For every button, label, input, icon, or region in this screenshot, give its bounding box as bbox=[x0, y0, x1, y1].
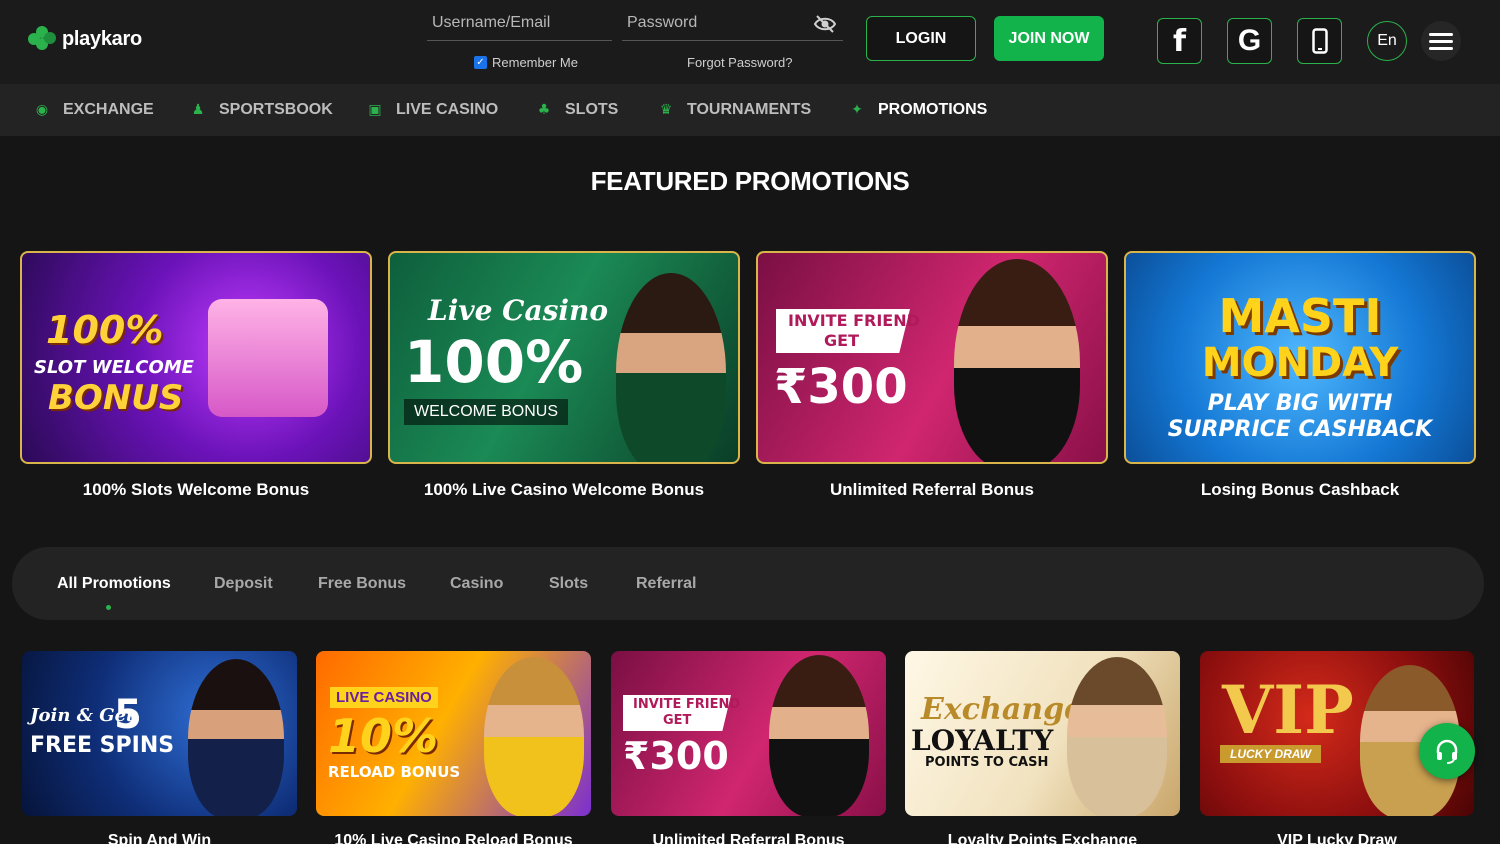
tab-referral[interactable]: Referral bbox=[636, 547, 696, 620]
featured-caption[interactable]: Losing Bonus Cashback bbox=[1124, 480, 1476, 500]
model-graphic bbox=[1067, 657, 1167, 816]
banner-label: LIVE CASINO bbox=[330, 687, 438, 708]
nav-label: PROMOTIONS bbox=[878, 101, 988, 118]
slots-icon: ♣ bbox=[537, 102, 551, 118]
tab-all-promotions[interactable]: All Promotions bbox=[57, 547, 171, 620]
tab-casino[interactable]: Casino bbox=[450, 547, 503, 620]
slot-machine-graphic bbox=[208, 299, 328, 417]
mobile-phone-icon[interactable] bbox=[1297, 18, 1342, 64]
nav-item-exchange[interactable]: ◉ EXCHANGE bbox=[33, 84, 154, 136]
promo-card[interactable]: Join & Get 5 FREE SPINS bbox=[22, 651, 297, 816]
featured-card-live-casino[interactable]: Live Casino 100% WELCOME BONUS bbox=[388, 251, 740, 464]
join-now-button[interactable]: JOIN NOW bbox=[994, 16, 1104, 61]
banner-subline: PLAY BIG WITH bbox=[1207, 391, 1393, 416]
banner-line-1: INVITE FRIEND bbox=[788, 311, 920, 330]
banner-amount: ₹300 bbox=[623, 734, 729, 778]
nav-label: LIVE CASINO bbox=[396, 101, 499, 118]
promo-caption[interactable]: Unlimited Referral Bonus bbox=[611, 832, 886, 844]
password-placeholder: Password bbox=[627, 14, 698, 31]
banner-subline: RELOAD BONUS bbox=[328, 763, 461, 781]
banner-headline: VIP bbox=[1222, 671, 1354, 749]
banner-headline: 10% bbox=[328, 709, 439, 763]
banner-headline-2: BONUS bbox=[48, 378, 184, 418]
banner-headline: 100% bbox=[404, 328, 584, 396]
banner-subline: POINTS TO CASH bbox=[925, 755, 1049, 770]
promo-card[interactable]: LIVE CASINO 10% RELOAD BONUS bbox=[316, 651, 591, 816]
model-graphic bbox=[616, 273, 726, 462]
tab-deposit[interactable]: Deposit bbox=[214, 547, 273, 620]
live-casino-icon: ▣ bbox=[368, 102, 382, 118]
banner-headline: 100% bbox=[46, 308, 164, 352]
password-input[interactable]: Password bbox=[622, 10, 843, 41]
featured-caption[interactable]: 100% Live Casino Welcome Bonus bbox=[388, 480, 740, 500]
banner-line-2: GET bbox=[824, 331, 859, 350]
remember-me-label: Remember Me bbox=[492, 55, 578, 70]
nav-item-slots[interactable]: ♣ SLOTS bbox=[535, 84, 619, 136]
login-button[interactable]: LOGIN bbox=[866, 16, 976, 61]
featured-caption[interactable]: Unlimited Referral Bonus bbox=[756, 480, 1108, 500]
language-selector[interactable]: En bbox=[1367, 21, 1407, 61]
section-title: FEATURED PROMOTIONS bbox=[590, 166, 910, 196]
banner-line-1: INVITE FRIEND bbox=[633, 697, 741, 712]
nav-label: TOURNAMENTS bbox=[687, 101, 812, 118]
featured-card-cashback[interactable]: MASTI MONDAY PLAY BIG WITH SURPRICE CASH… bbox=[1124, 251, 1476, 464]
menu-icon[interactable] bbox=[1421, 21, 1461, 61]
promo-caption[interactable]: VIP Lucky Draw bbox=[1200, 832, 1474, 844]
nav-label: SPORTSBOOK bbox=[219, 101, 333, 118]
promo-caption[interactable]: Loyalty Points Exchange bbox=[905, 832, 1180, 844]
promotion-filter-bar: All Promotions Deposit Free Bonus Casino… bbox=[12, 547, 1484, 620]
trophy-icon: ♛ bbox=[659, 102, 673, 118]
nav-item-tournaments[interactable]: ♛ TOURNAMENTS bbox=[657, 84, 811, 136]
nav-item-sportsbook[interactable]: ♟ SPORTSBOOK bbox=[189, 84, 333, 136]
top-header: playkaro Username/Email Password ✓ Remem… bbox=[0, 0, 1500, 84]
active-tab-indicator bbox=[106, 605, 111, 610]
banner-subline: LUCKY DRAW bbox=[1220, 745, 1322, 763]
promotions-icon: ✦ bbox=[851, 102, 863, 118]
promo-caption[interactable]: Spin And Win bbox=[22, 832, 297, 844]
tab-free-bonus[interactable]: Free Bonus bbox=[318, 547, 406, 620]
banner-script: Exchange bbox=[921, 692, 1084, 727]
username-input[interactable]: Username/Email bbox=[427, 10, 612, 41]
banner-number: 5 bbox=[114, 692, 142, 738]
banner-subline: SLOT WELCOME bbox=[34, 357, 194, 378]
headset-icon[interactable] bbox=[1419, 723, 1475, 779]
model-graphic bbox=[769, 655, 869, 816]
banner-script: Live Casino bbox=[428, 294, 609, 327]
google-icon[interactable]: G bbox=[1227, 18, 1272, 64]
remember-me-checkbox[interactable]: ✓ Remember Me bbox=[474, 55, 578, 70]
banner-line-2: GET bbox=[663, 713, 692, 728]
featured-card-slots[interactable]: 100% SLOT WELCOME BONUS bbox=[20, 251, 372, 464]
banner-subline-2: SURPRICE CASHBACK bbox=[1167, 417, 1433, 442]
promo-card[interactable]: Exchange LOYALTY POINTS TO CASH bbox=[905, 651, 1180, 816]
nav-item-promotions[interactable]: ✦ PROMOTIONS bbox=[848, 84, 987, 136]
eye-off-icon[interactable] bbox=[813, 14, 837, 34]
banner-headline: LOYALTY bbox=[911, 724, 1054, 757]
logo[interactable]: playkaro bbox=[26, 26, 142, 52]
featured-caption[interactable]: 100% Slots Welcome Bonus bbox=[20, 480, 372, 500]
forgot-password-link[interactable]: Forgot Password? bbox=[687, 55, 793, 70]
nav-item-live-casino[interactable]: ▣ LIVE CASINO bbox=[366, 84, 498, 136]
logo-text: playkaro bbox=[62, 27, 142, 50]
sportsbook-icon: ♟ bbox=[191, 102, 205, 118]
exchange-icon: ◉ bbox=[35, 102, 49, 118]
featured-card-referral[interactable]: INVITE FRIEND GET ₹300 bbox=[756, 251, 1108, 464]
clover-icon bbox=[26, 26, 58, 52]
promo-card[interactable]: INVITE FRIEND GET ₹300 bbox=[611, 651, 886, 816]
nav-label: SLOTS bbox=[565, 101, 619, 118]
promo-caption[interactable]: 10% Live Casino Reload Bonus bbox=[316, 832, 591, 844]
banner-headline: MASTI bbox=[1218, 289, 1382, 343]
model-graphic bbox=[484, 657, 584, 816]
banner-headline: FREE SPINS bbox=[30, 733, 175, 758]
checkmark-icon: ✓ bbox=[474, 56, 487, 69]
facebook-icon[interactable]: f bbox=[1157, 18, 1202, 64]
banner-subline: WELCOME BONUS bbox=[404, 399, 569, 425]
model-graphic bbox=[954, 259, 1080, 462]
model-graphic bbox=[188, 659, 284, 816]
main-nav: ◉ EXCHANGE ♟ SPORTSBOOK ▣ LIVE CASINO ♣ … bbox=[0, 84, 1500, 136]
nav-label: EXCHANGE bbox=[63, 101, 154, 118]
banner-amount: ₹300 bbox=[774, 359, 908, 415]
tab-slots[interactable]: Slots bbox=[549, 547, 588, 620]
banner-headline-2: MONDAY bbox=[1201, 340, 1399, 386]
